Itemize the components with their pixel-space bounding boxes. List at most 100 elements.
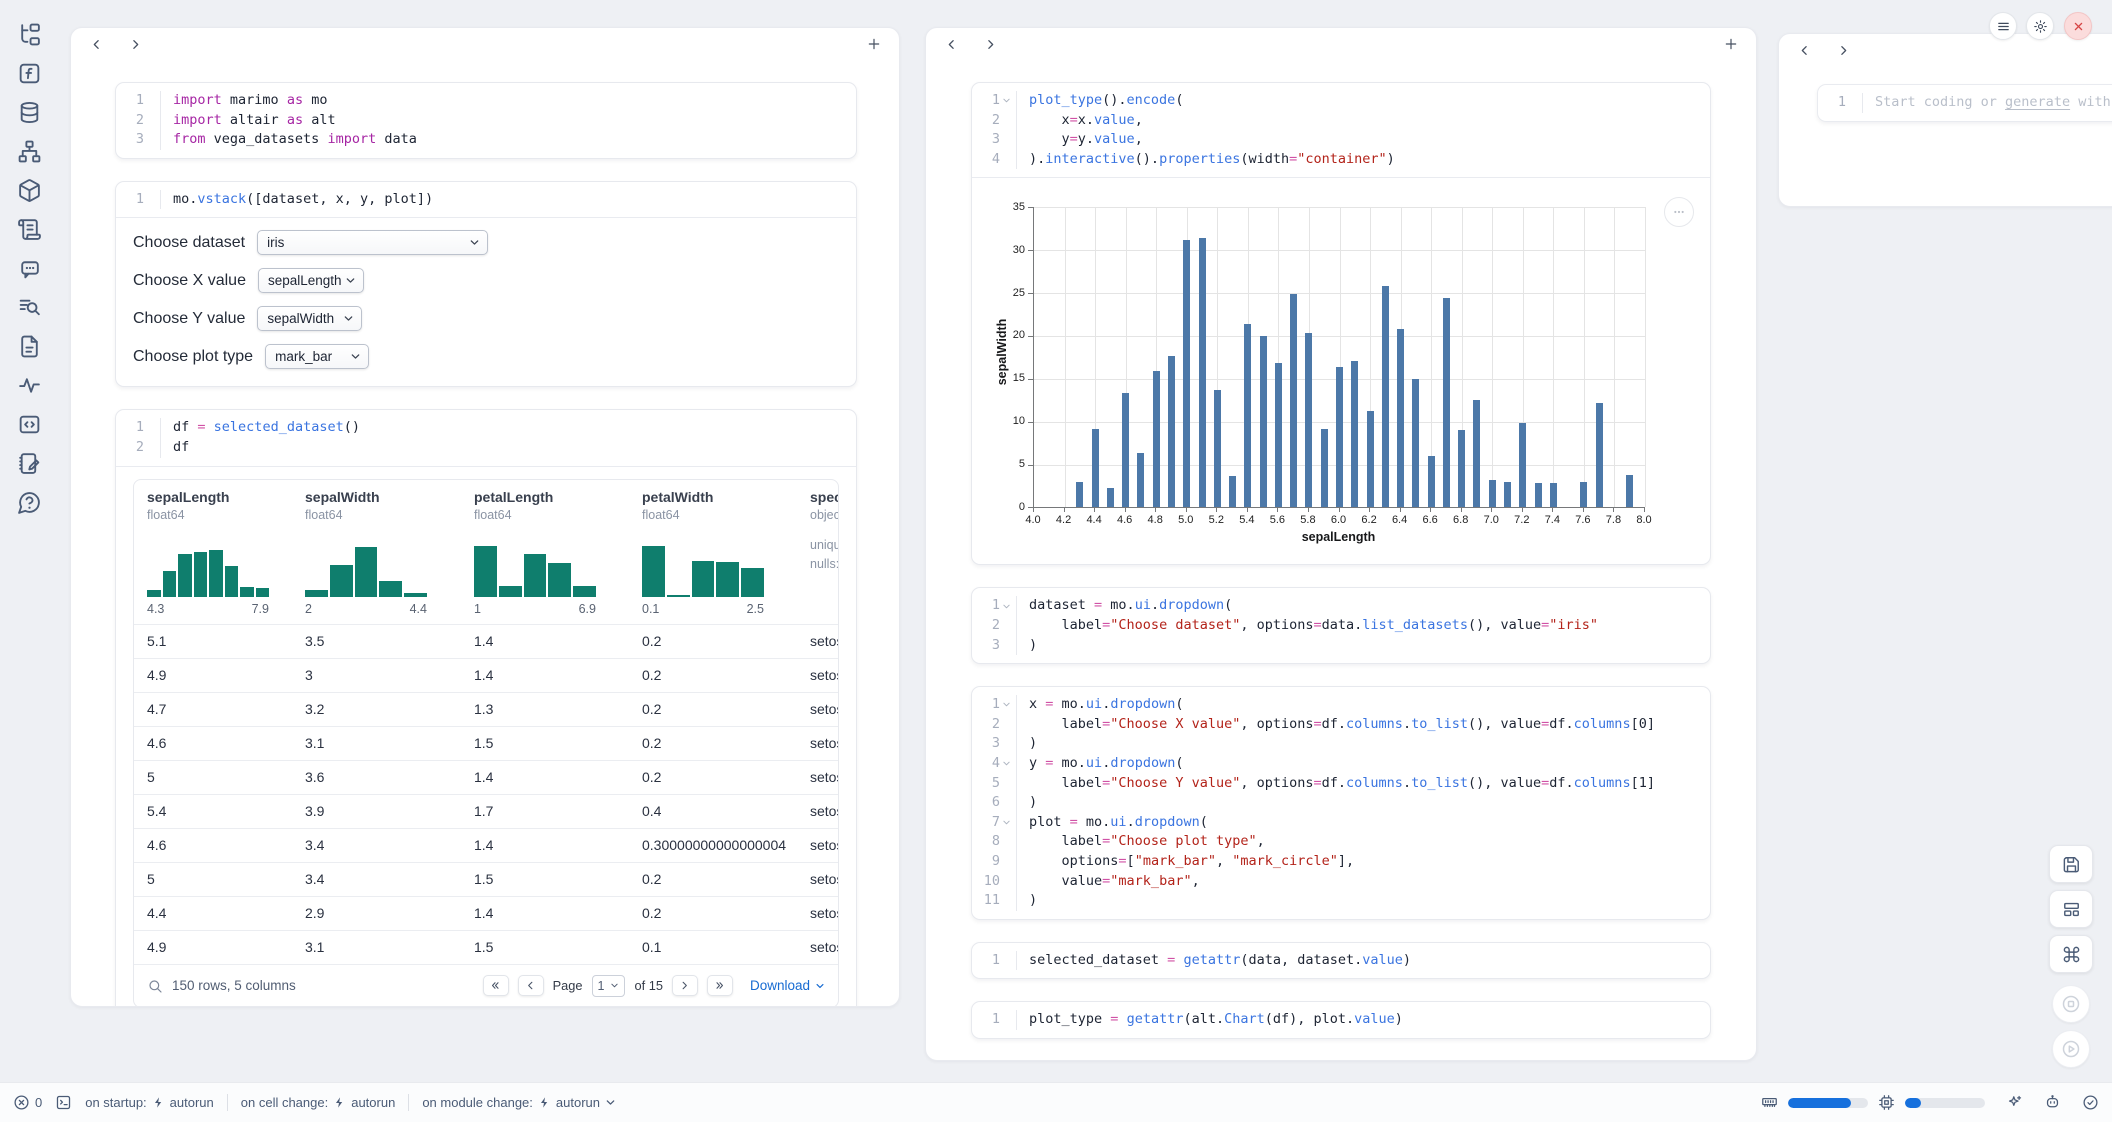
x-tick-label: 4.2 bbox=[1051, 514, 1077, 526]
column-1-header bbox=[71, 28, 899, 60]
choose-y-value-select[interactable]: sepalWidth bbox=[257, 306, 362, 331]
code-cell-chart: 1234plot_type().encode( x=x.value, y=y.v… bbox=[971, 82, 1711, 565]
sidebar-item-file-tree[interactable] bbox=[17, 22, 42, 47]
code-editor[interactable]: 12df = selected_dataset()df bbox=[116, 410, 856, 465]
layout-toggle-button[interactable] bbox=[2049, 890, 2093, 928]
fold-icon[interactable] bbox=[1000, 759, 1012, 769]
add-column-button[interactable] bbox=[863, 33, 885, 55]
column-range: 4.37.9 bbox=[147, 602, 269, 616]
sidebar-item-scroll[interactable] bbox=[17, 217, 42, 242]
column-move-right-button[interactable] bbox=[1832, 39, 1854, 61]
runtime-config-3[interactable]: on module change:autorun bbox=[422, 1095, 616, 1110]
sidebar-item-graph[interactable] bbox=[17, 139, 42, 164]
gridline bbox=[1034, 293, 1645, 294]
prev-page-button[interactable] bbox=[518, 975, 544, 996]
x-tick-label: 4.8 bbox=[1142, 514, 1168, 526]
sidebar-item-function[interactable] bbox=[17, 61, 42, 86]
column-sort-button[interactable]: sepalLength bbox=[147, 489, 292, 505]
code-editor[interactable]: 123dataset = mo.ui.dropdown( label="Choo… bbox=[972, 588, 1710, 663]
column-sort-button[interactable]: speci bbox=[810, 489, 839, 505]
select-value: sepalLength bbox=[268, 273, 342, 288]
sidebar-item-document[interactable] bbox=[17, 334, 42, 359]
sidebar-item-database[interactable] bbox=[17, 100, 42, 125]
axis-tick bbox=[1277, 507, 1278, 512]
table-row: 53.61.40.2setos bbox=[134, 760, 839, 794]
last-page-button[interactable] bbox=[707, 975, 733, 996]
runtime-config-1[interactable]: on startup:autorun bbox=[85, 1095, 214, 1110]
stop-kernel-button[interactable] bbox=[2052, 985, 2090, 1023]
code-editor[interactable]: 1plot_type = getattr(alt.Chart(df), plot… bbox=[972, 1002, 1710, 1038]
sidebar-item-help-circle[interactable] bbox=[17, 490, 42, 515]
error-count-indicator[interactable]: 0 bbox=[13, 1094, 42, 1111]
code-editor[interactable]: 1234plot_type().encode( x=x.value, y=y.v… bbox=[972, 83, 1710, 177]
select-value: iris bbox=[267, 235, 284, 250]
search-icon[interactable] bbox=[147, 978, 163, 994]
code-editor[interactable]: 1mo.vstack([dataset, x, y, plot]) bbox=[116, 182, 856, 218]
choose-dataset-select[interactable]: iris bbox=[257, 230, 488, 255]
column-sort-button[interactable]: petalLength bbox=[474, 489, 629, 505]
column-move-left-button[interactable] bbox=[1793, 39, 1815, 61]
empty-code-cell[interactable]: 1 Start coding or generate with bbox=[1817, 84, 2112, 122]
column-move-right-button[interactable] bbox=[979, 33, 1001, 55]
fold-icon[interactable] bbox=[1000, 601, 1012, 611]
bolt-icon bbox=[152, 1096, 165, 1109]
line-number: 3 bbox=[972, 636, 1012, 656]
ai-assistant-button[interactable] bbox=[2006, 1094, 2023, 1111]
fold-icon[interactable] bbox=[1000, 700, 1012, 710]
table-cell: 3 bbox=[292, 667, 461, 683]
altair-bar-chart[interactable]: 4.04.24.44.64.85.05.25.45.65.86.06.26.46… bbox=[972, 178, 1710, 564]
column-move-right-button[interactable] bbox=[124, 33, 146, 55]
sidebar-item-search-lines[interactable] bbox=[17, 295, 42, 320]
choose-x-value-select[interactable]: sepalLength bbox=[258, 268, 364, 293]
bar bbox=[1122, 393, 1129, 507]
sidebar-item-package[interactable] bbox=[17, 178, 42, 203]
terminal-button[interactable] bbox=[55, 1094, 72, 1111]
command-palette-button[interactable] bbox=[2049, 935, 2093, 973]
runtime-config-2[interactable]: on cell change:autorun bbox=[241, 1095, 396, 1110]
page-of-label: of 15 bbox=[634, 978, 662, 993]
chatbot-button[interactable] bbox=[2044, 1094, 2061, 1111]
column-sort-button[interactable]: sepalWidth bbox=[305, 489, 461, 505]
table-cell: setos bbox=[797, 837, 839, 853]
table-cell: 0.4 bbox=[629, 803, 797, 819]
sidebar-item-notepad[interactable] bbox=[17, 451, 42, 476]
notebook-menu-button[interactable] bbox=[1989, 12, 2017, 40]
fold-icon[interactable] bbox=[1000, 96, 1012, 106]
add-column-button[interactable] bbox=[1720, 33, 1742, 55]
save-button[interactable] bbox=[2049, 845, 2093, 883]
column-sort-button[interactable]: petalWidth bbox=[642, 489, 797, 505]
code-line: plot = mo.ui.dropdown( bbox=[1029, 813, 1655, 833]
table-cell: 3.2 bbox=[292, 701, 461, 717]
page-select[interactable]: 1 bbox=[592, 975, 626, 997]
code-editor[interactable]: 123import marimo as moimport altair as a… bbox=[116, 83, 856, 158]
column-move-left-button[interactable] bbox=[940, 33, 962, 55]
line-number-gutter: 123 bbox=[116, 91, 161, 150]
code-editor[interactable]: 1selected_dataset = getattr(data, datase… bbox=[972, 943, 1710, 979]
code-editor[interactable]: 1234567891011x = mo.ui.dropdown( label="… bbox=[972, 687, 1710, 919]
line-number: 5 bbox=[972, 774, 1012, 794]
choose-plot-type-select[interactable]: mark_bar bbox=[265, 344, 369, 369]
column-move-left-button[interactable] bbox=[85, 33, 107, 55]
x-tick-label: 8.0 bbox=[1631, 514, 1657, 526]
column-histogram bbox=[147, 535, 269, 597]
download-button[interactable]: Download bbox=[750, 978, 825, 993]
generate-link[interactable]: generate bbox=[2005, 94, 2070, 110]
connection-status-icon[interactable] bbox=[2082, 1094, 2099, 1111]
settings-button[interactable] bbox=[2026, 12, 2054, 40]
axis-tick bbox=[1028, 207, 1033, 208]
column-range: 0.12.5 bbox=[642, 602, 764, 616]
chart-actions-button[interactable] bbox=[1664, 197, 1694, 227]
table-cell: 1.4 bbox=[461, 769, 629, 785]
sidebar-item-pulse[interactable] bbox=[17, 373, 42, 398]
shutdown-button[interactable] bbox=[2064, 12, 2092, 40]
next-page-button[interactable] bbox=[672, 975, 698, 996]
run-all-button[interactable] bbox=[2052, 1030, 2090, 1068]
fold-icon[interactable] bbox=[1000, 818, 1012, 828]
sidebar-item-bot[interactable] bbox=[17, 256, 42, 281]
column-type: float64 bbox=[147, 508, 292, 522]
axis-tick bbox=[1339, 507, 1340, 512]
sidebar-item-code-box[interactable] bbox=[17, 412, 42, 437]
first-page-button[interactable] bbox=[483, 975, 509, 996]
line-number-gutter: 12 bbox=[116, 418, 161, 457]
bar bbox=[1489, 480, 1496, 507]
